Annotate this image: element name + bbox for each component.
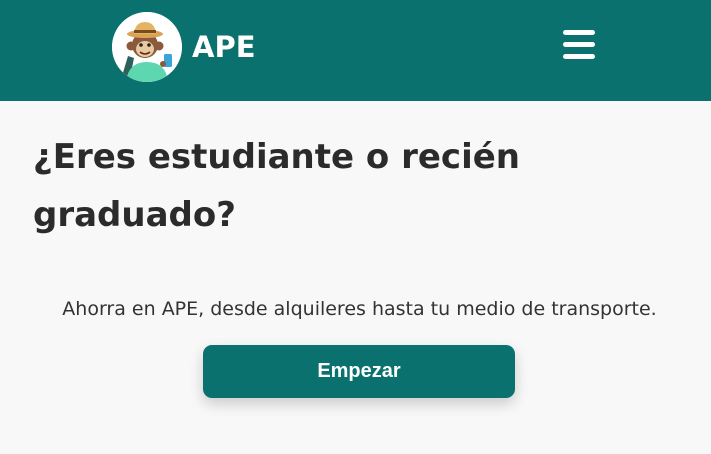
hero-title-line-2: graduado? bbox=[33, 195, 236, 235]
monkey-logo-icon bbox=[112, 12, 182, 82]
brand-link[interactable]: APE bbox=[112, 12, 256, 82]
hero-title: ¿Eres estudiante o recién graduado? bbox=[33, 128, 673, 244]
start-button[interactable]: Empezar bbox=[203, 345, 515, 398]
hero-title-line-1: ¿Eres estudiante o recién bbox=[33, 137, 520, 177]
site-header: APE bbox=[0, 0, 711, 101]
hamburger-menu-button[interactable] bbox=[559, 28, 599, 62]
hero-subtitle: Ahorra en APE, desde alquileres hasta tu… bbox=[62, 298, 657, 320]
brand-name: APE bbox=[192, 30, 256, 64]
